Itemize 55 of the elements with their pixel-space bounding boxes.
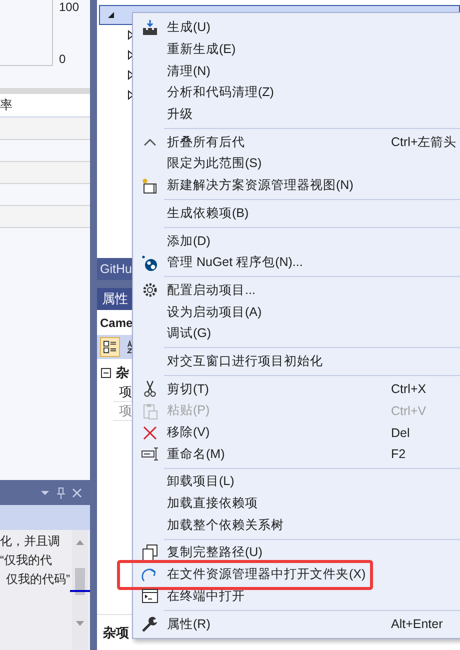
description-title: 杂项 xyxy=(103,624,129,642)
delete-icon xyxy=(141,424,159,442)
menu-item[interactable]: 新建解决方案资源管理器视图(N) xyxy=(133,174,460,196)
menu-item[interactable]: 加载整个依赖关系树 xyxy=(133,514,460,536)
menu-item[interactable]: 在文件资源管理器中打开文件夹(X) xyxy=(133,564,460,586)
menu-item[interactable]: 设为启动项目(A) xyxy=(133,301,460,323)
copy-icon xyxy=(141,544,159,562)
menu-item[interactable]: 复制完整路径(U) xyxy=(133,542,460,564)
output-text: “仅我的代 xyxy=(0,552,53,569)
menu-item[interactable]: 加载直接依赖项 xyxy=(133,492,460,514)
rename-icon xyxy=(141,445,159,464)
gear-icon xyxy=(141,281,159,300)
menu-item[interactable]: 分析和代码清理(Z) xyxy=(133,82,460,104)
tool-tab[interactable]: GitHu xyxy=(97,258,135,280)
menu-item[interactable]: 生成依赖项(B) xyxy=(133,202,460,224)
axis-label: 100 xyxy=(59,0,80,14)
menu-item[interactable]: 添加(D) xyxy=(133,230,460,252)
menu-item[interactable]: 折叠所有后代 Ctrl+左箭头 xyxy=(133,131,460,154)
underline-mark xyxy=(70,590,90,592)
new-view-icon xyxy=(141,176,159,195)
wrench-icon xyxy=(141,615,159,634)
build-icon xyxy=(141,18,159,37)
menu-item[interactable]: 清理(N) xyxy=(133,60,460,82)
output-text: 化，并且调 xyxy=(0,533,61,550)
menu-item[interactable]: 剪切(T) Ctrl+X xyxy=(133,378,460,400)
menu-item[interactable]: 生成(U) xyxy=(133,17,460,39)
menu-item[interactable]: 对交互窗口进行项目初始化 xyxy=(133,350,460,372)
menu-item[interactable]: 限定为此范围(S) xyxy=(133,153,460,175)
terminal-icon xyxy=(141,587,159,606)
categorized-view-button[interactable] xyxy=(100,337,120,357)
menu-item[interactable]: 卸载项目(L) xyxy=(133,471,460,493)
close-icon[interactable] xyxy=(72,486,82,498)
menu-item[interactable]: 重新生成(E) xyxy=(133,38,460,60)
menu-item[interactable]: 管理 NuGet 程序包(N)... xyxy=(133,252,460,274)
object-name: Came xyxy=(100,316,133,330)
menu-item[interactable]: 配置启动项目... xyxy=(133,280,460,302)
expanded-arrow-icon[interactable] xyxy=(106,10,116,20)
menu-item[interactable]: 升级 xyxy=(133,104,460,126)
menu-item[interactable]: 重命名(M) F2 xyxy=(133,443,460,466)
collapse-icon[interactable] xyxy=(101,368,111,378)
pin-icon[interactable] xyxy=(56,486,66,498)
clipboard-icon xyxy=(141,402,159,420)
panel-title: 属性 xyxy=(102,290,128,308)
output-text: 仅我的代码” xyxy=(6,571,71,588)
scroll-thumb[interactable] xyxy=(75,568,85,595)
chevron-up-icon xyxy=(144,138,156,146)
menu-item[interactable]: 在终端中打开 xyxy=(133,586,460,608)
category-label: 杂 xyxy=(116,364,129,382)
menu-item[interactable]: 属性(R) Alt+Enter xyxy=(133,613,460,635)
menu-item[interactable]: 调试(G) xyxy=(133,322,460,345)
nuget-icon xyxy=(141,254,159,272)
column-header: 率 xyxy=(0,96,13,114)
menu-item[interactable]: 移除(V) Del xyxy=(133,422,460,444)
axis-label: 0 xyxy=(59,52,67,66)
scrollbar[interactable] xyxy=(72,530,88,650)
